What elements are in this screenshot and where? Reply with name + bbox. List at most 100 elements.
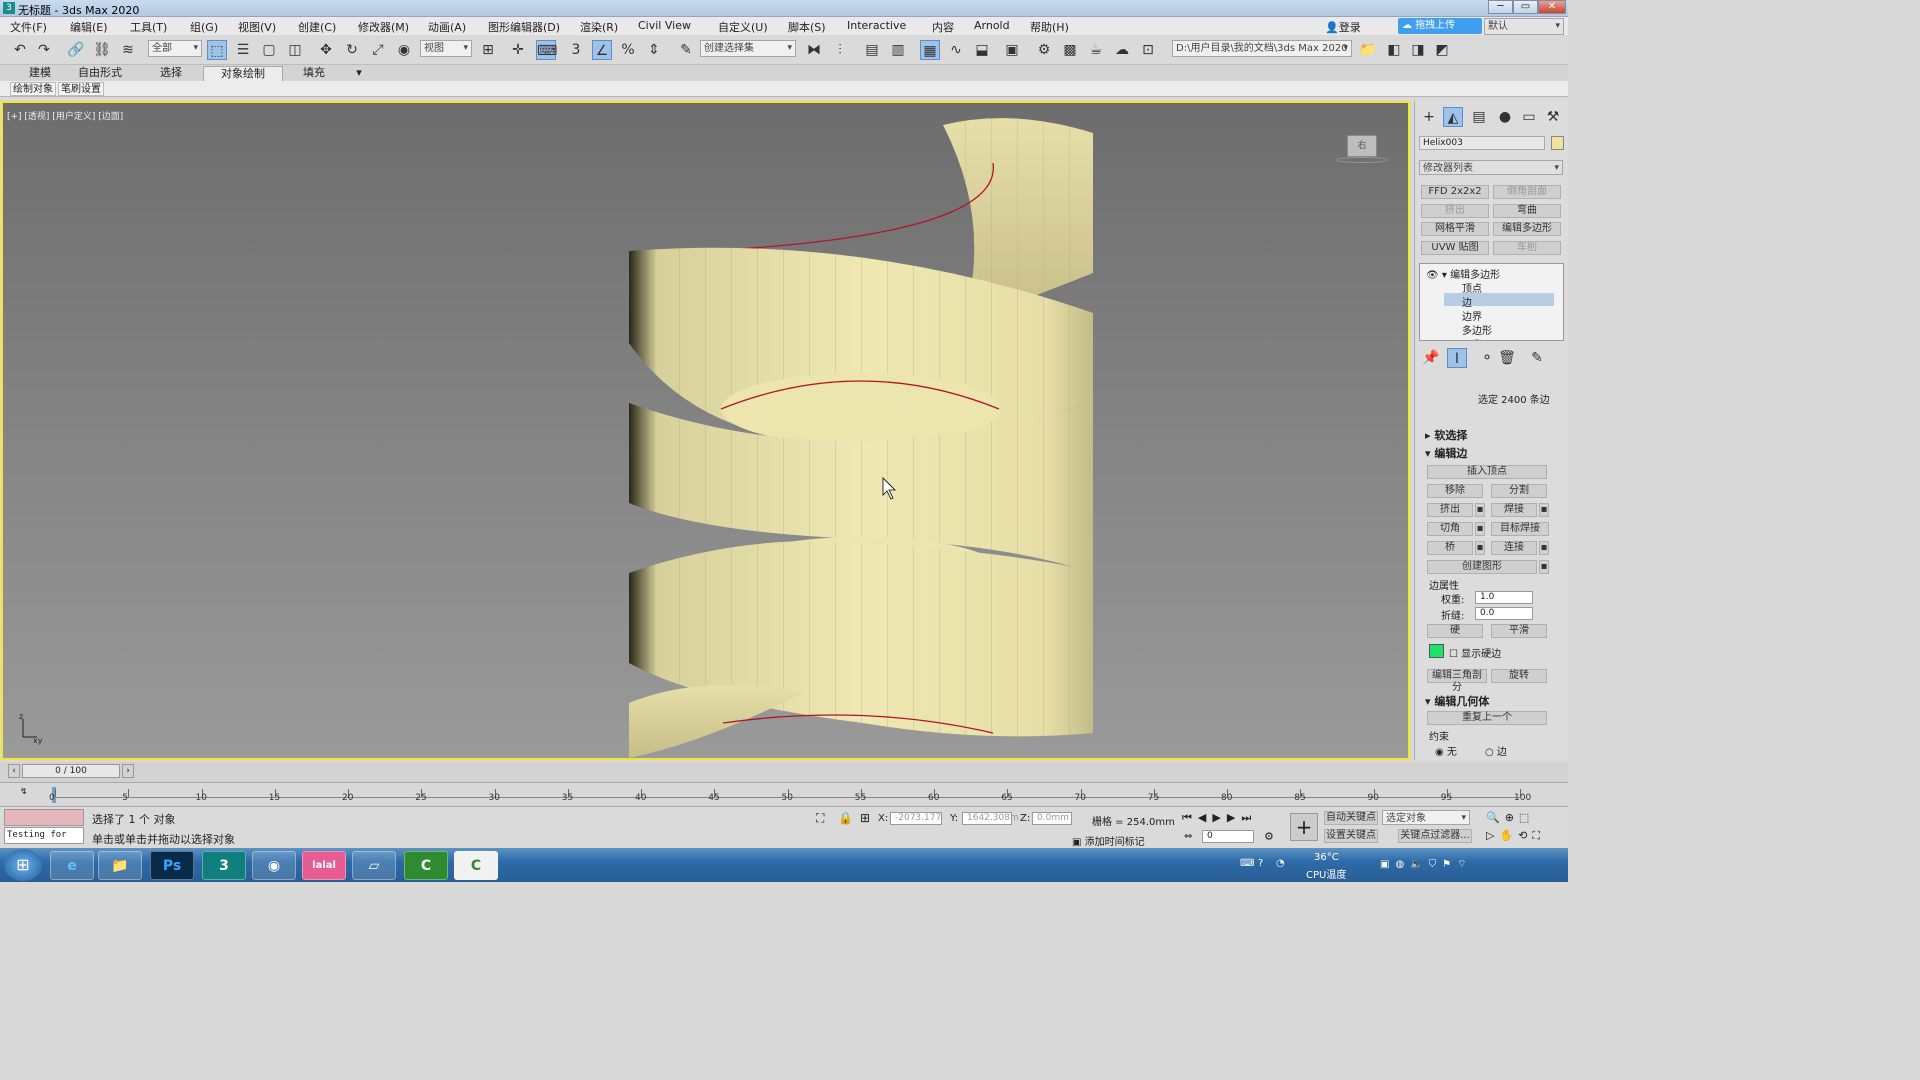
viewport-nav-controls-2[interactable]: ▷✋⟲⛶ <box>1486 829 1545 843</box>
material-editor-icon[interactable]: ▣ <box>1002 40 1022 60</box>
render-production-icon[interactable]: ☕ <box>1086 40 1106 60</box>
set-key-mode-button[interactable]: 设置关键点 <box>1324 829 1378 843</box>
tray-network-icon[interactable]: ◔ <box>1276 858 1285 869</box>
align-icon[interactable]: ⫶ <box>830 40 850 60</box>
hard-button[interactable]: 硬 <box>1427 624 1483 638</box>
add-time-tag[interactable]: ▣ 添加时间标记 <box>1072 833 1145 848</box>
ribbon-options-dropdown[interactable]: ▾ <box>348 66 370 81</box>
create-shape-button[interactable]: 创建图形 <box>1427 560 1537 574</box>
selection-lock-icon[interactable]: 🔒 <box>838 811 853 825</box>
edit-edges-rollout[interactable]: ▾ 编辑边 <box>1425 445 1467 461</box>
ref-coord-dropdown[interactable]: 视图 <box>420 40 472 57</box>
show-end-result-icon[interactable]: Ⅰ <box>1447 348 1467 368</box>
zoom-extents-icon[interactable]: ⬚ <box>1519 811 1534 824</box>
tray-app-icon[interactable]: ▣ <box>1380 859 1395 870</box>
key-filters-button[interactable]: 关键点过滤器... <box>1398 829 1472 843</box>
maximize-button[interactable]: ▭ <box>1513 0 1538 14</box>
login-link[interactable]: 👤登录 <box>1325 19 1361 35</box>
time-slider[interactable]: ‹ 0 / 100 › <box>0 762 1568 782</box>
tray-flag-icon[interactable]: ⚑ <box>1442 859 1457 870</box>
pin-stack-icon[interactable]: 📌 <box>1421 348 1441 368</box>
curve-editor-icon[interactable]: ∿ <box>946 40 966 60</box>
select-by-name-icon[interactable]: ☰ <box>233 40 253 60</box>
stack-item-polygon[interactable]: 多边形 <box>1462 322 1492 337</box>
tray-help-icon[interactable]: ? <box>1258 858 1263 869</box>
menu-edit[interactable]: 编辑(E) <box>70 19 108 35</box>
selection-filter-dropdown[interactable]: 全部 <box>148 40 202 57</box>
weld-settings-button[interactable]: ▪ <box>1539 503 1549 517</box>
viewport-nav-controls[interactable]: 🔍⊕⬚ <box>1486 811 1534 824</box>
container-icon[interactable]: ◧ <box>1384 40 1404 60</box>
project-folder-icon[interactable]: 📁 <box>1358 40 1378 60</box>
spinner-snap-icon[interactable]: ⇕ <box>644 40 664 60</box>
maxscript-listener[interactable]: Testing for ADS <box>4 827 84 844</box>
taskbar-lalal[interactable]: lalal <box>302 851 346 880</box>
viewport-perspective[interactable]: [+] [透视] [用户定义] [边面] z xy 右 <box>1 101 1410 760</box>
eye-icon[interactable]: 👁 <box>1426 270 1439 281</box>
modifier-bevel-profile-button[interactable]: 倒角剖面 <box>1493 185 1561 199</box>
tray-wifi-icon[interactable]: ⌔ <box>1457 859 1472 870</box>
menu-content[interactable]: 内容 <box>932 19 954 35</box>
hard-edge-color-swatch[interactable] <box>1429 644 1444 658</box>
rendered-frame-icon[interactable]: ▩ <box>1060 40 1080 60</box>
taskbar-3dsmax[interactable]: 3 <box>202 851 246 880</box>
time-config-icon[interactable]: ⇔ <box>1184 831 1192 842</box>
current-frame-field[interactable]: 0 <box>1202 830 1254 843</box>
window-crossing-icon[interactable]: ◫ <box>285 40 305 60</box>
menu-graph-editors[interactable]: 图形编辑器(D) <box>488 19 560 35</box>
snap-toggle-icon[interactable]: 3 <box>566 40 586 60</box>
select-manipulate-icon[interactable]: ✛ <box>508 40 528 60</box>
taskbar-app[interactable]: ▱ <box>352 851 396 880</box>
toggle-ribbon-icon[interactable]: ▥ <box>888 40 908 60</box>
chamfer-settings-button[interactable]: ▪ <box>1475 522 1485 536</box>
mirror-icon[interactable]: ⧓ <box>804 40 824 60</box>
stack-item-edge[interactable]: 边 <box>1444 293 1554 309</box>
undo-icon[interactable]: ↶ <box>10 40 30 60</box>
track-bar[interactable]: ↯ 0 5 10 15 20 25 30 35 40 45 50 55 60 65 70 75 80 85 90 95… <box>0 782 1568 806</box>
select-object-icon[interactable]: ⬚ <box>207 40 227 60</box>
tray-icons[interactable]: ▣◍🔈⛉⚑⌔ <box>1380 858 1473 871</box>
upload-button[interactable]: ☁ 拖拽上传 <box>1398 18 1482 34</box>
z-coordinate-field[interactable]: 0.0mm <box>1032 812 1072 825</box>
play-icon[interactable]: ▶ <box>1212 811 1226 824</box>
zoom-all-icon[interactable]: ⊕ <box>1505 811 1519 824</box>
extrude-button[interactable]: 挤出 <box>1427 503 1473 517</box>
modifier-bend-button[interactable]: 弯曲 <box>1493 204 1561 218</box>
show-hard-edges-checkbox[interactable]: ☐ 显示硬边 <box>1449 645 1501 660</box>
modify-tab-icon[interactable]: ◭ <box>1443 107 1463 127</box>
named-selection-dropdown[interactable]: 创建选择集 <box>700 40 796 57</box>
create-shape-settings-button[interactable]: ▪ <box>1539 560 1549 574</box>
maximize-viewport-icon[interactable]: ⛶ <box>1532 829 1545 842</box>
constraint-edge-radio[interactable]: ○ 边 <box>1485 743 1507 758</box>
stack-item-edit-poly[interactable]: 👁 ▾ 编辑多边形 <box>1426 266 1500 281</box>
remove-modifier-icon[interactable]: 🗑 <box>1497 348 1517 368</box>
tab-modeling[interactable]: 建模 <box>18 66 62 81</box>
remove-button[interactable]: 移除 <box>1427 484 1483 498</box>
configure-sets-icon[interactable]: ✎ <box>1527 348 1547 368</box>
taskbar-chrome[interactable]: ◉ <box>252 851 296 880</box>
keyboard-shortcut-icon[interactable]: ⌨ <box>536 40 557 60</box>
pan-icon[interactable]: ✋ <box>1499 829 1518 842</box>
tab-freeform[interactable]: 自由形式 <box>72 66 128 81</box>
turn-button[interactable]: 旋转 <box>1491 669 1547 683</box>
layer-explorer-icon[interactable]: ▤ <box>862 40 882 60</box>
stack-item-border[interactable]: 边界 <box>1462 308 1482 323</box>
menu-animation[interactable]: 动画(A) <box>428 19 466 35</box>
tab-object-paint[interactable]: 对象绘制 <box>203 66 283 81</box>
weight-spinner[interactable]: 1.0 <box>1475 591 1533 604</box>
create-tab-icon[interactable]: + <box>1419 107 1439 127</box>
orbit-icon[interactable]: ⟲ <box>1518 829 1532 842</box>
bind-spacewarp-icon[interactable]: ≋ <box>118 40 138 60</box>
menu-help[interactable]: 帮助(H) <box>1030 19 1069 35</box>
menu-scripting[interactable]: 脚本(S) <box>788 19 826 35</box>
display-tab-icon[interactable]: ▭ <box>1519 107 1539 127</box>
taskbar-camtasia-1[interactable]: C <box>404 851 448 880</box>
absolute-mode-icon[interactable]: ⊞ <box>860 811 870 825</box>
menu-file[interactable]: 文件(F) <box>10 19 47 35</box>
menu-modifiers[interactable]: 修改器(M) <box>358 19 409 35</box>
connect-settings-button[interactable]: ▪ <box>1539 541 1549 555</box>
brush-settings-button[interactable]: 笔刷设置 <box>58 82 104 96</box>
curve-editor-mini-icon[interactable]: ↯ <box>20 787 28 797</box>
minimize-button[interactable]: ─ <box>1488 0 1513 14</box>
tab-populate[interactable]: 填充 <box>290 66 338 81</box>
